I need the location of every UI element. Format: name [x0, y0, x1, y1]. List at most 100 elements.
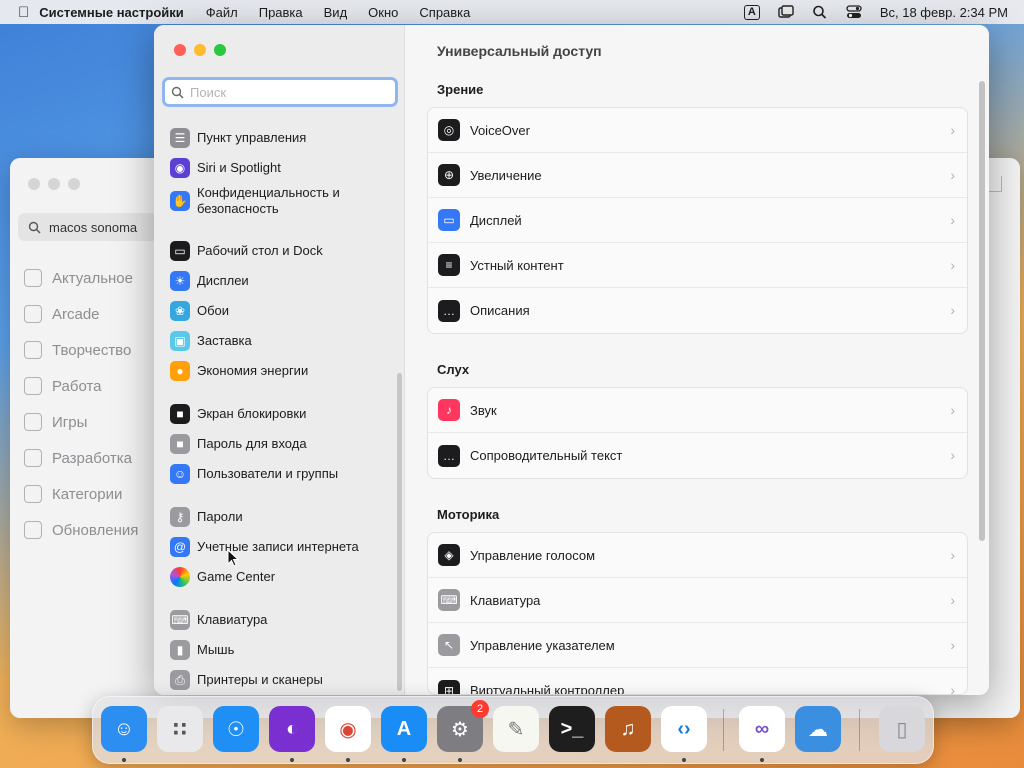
descriptions-icon: …	[438, 299, 460, 322]
control-center-icon[interactable]	[846, 5, 862, 19]
settings-row-label: Сопроводительный текст	[470, 448, 623, 463]
app-store-nav-item[interactable]: Arcade	[24, 296, 138, 332]
sidebar-item-label: Пункт управления	[197, 130, 307, 145]
sidebar-item[interactable]: ▭ Рабочий стол и Dock	[170, 241, 390, 261]
settings-row[interactable]: ♪ Звук ›	[428, 388, 967, 433]
zoom-window-button[interactable]	[214, 44, 226, 56]
menu-file[interactable]: Файл	[206, 5, 238, 20]
sidebar-item[interactable]: ✋ Конфиденциальность и безопасность	[170, 185, 390, 217]
menu-view[interactable]: Вид	[324, 5, 348, 20]
settings-row-label: Дисплей	[470, 212, 522, 228]
spotlight-search-icon[interactable]	[812, 5, 828, 19]
sidebar-item-label: Пользователи и группы	[197, 466, 339, 481]
minimize-window-button[interactable]	[194, 44, 206, 56]
sidebar-item[interactable]: ⚷ Пароли	[170, 507, 390, 527]
dock-icon: ▭	[170, 241, 190, 261]
settings-row[interactable]: ▭ Дисплей ›	[428, 198, 967, 243]
weather-icon[interactable]: ☁	[795, 706, 841, 752]
menu-app-name[interactable]: Системные настройки	[39, 5, 184, 20]
vscode-icon[interactable]: ‹›	[661, 706, 707, 752]
zoom-icon: ⊕	[438, 164, 460, 186]
sidebar-item[interactable]: ■ Пароль для входа	[170, 434, 390, 454]
sidebar-item[interactable]: ▣ Заставка	[170, 331, 390, 351]
sidebar-item[interactable]: ☰ Пункт управления	[170, 128, 390, 148]
running-indicator	[122, 758, 126, 762]
app-store-nav-label: Разработка	[52, 449, 132, 467]
settings-row[interactable]: ⌨ Клавиатура ›	[428, 578, 967, 623]
app-store-nav-item[interactable]: Разработка	[24, 440, 138, 476]
app-store-nav-item[interactable]: Игры	[24, 404, 138, 440]
sidebar-item-label: Заставка	[197, 333, 252, 348]
apple-menu-icon[interactable]: 	[18, 4, 29, 21]
section-title: Слух	[437, 362, 470, 377]
sidebar-scrollbar[interactable]	[397, 373, 402, 691]
finder-icon[interactable]: ☺	[101, 706, 147, 752]
settings-row[interactable]: ⊞ Виртуальный контроллер ›	[428, 668, 967, 694]
settings-row[interactable]: ◎ VoiceOver ›	[428, 108, 967, 153]
sidebar-item[interactable]: ☺ Пользователи и группы	[170, 464, 390, 484]
chrome-icon[interactable]: ◉	[325, 706, 371, 752]
chevron-right-icon: ›	[950, 637, 955, 653]
hammer-icon	[24, 449, 42, 467]
settings-row[interactable]: ≡ Устный контент ›	[428, 243, 967, 288]
system-settings-icon[interactable]: ⚙ 2	[437, 700, 489, 752]
speaker-icon: ♪	[438, 399, 460, 421]
sidebar-item-label: Конфиденциальность и безопасность	[197, 185, 340, 216]
settings-row[interactable]: ↖ Управление указателем ›	[428, 623, 967, 668]
menu-clock[interactable]: Вс, 18 февр. 2:34 PM	[880, 5, 1008, 20]
stage-manager-icon[interactable]	[778, 5, 794, 19]
input-source-indicator[interactable]: A	[743, 4, 760, 20]
settings-row[interactable]: … Описания ›	[428, 288, 967, 333]
app-store-icon[interactable]: A	[381, 706, 427, 752]
content-scrollbar[interactable]	[979, 81, 985, 541]
sidebar-item[interactable]: ■ Экран блокировки	[170, 404, 390, 424]
share-icon[interactable]	[988, 176, 1002, 192]
chevron-right-icon: ›	[950, 122, 955, 138]
paper-plane-icon	[24, 377, 42, 395]
star-icon	[24, 269, 42, 287]
app-store-nav-item[interactable]: Работа	[24, 368, 138, 404]
settings-row-label: Звук	[470, 402, 497, 418]
menu-help[interactable]: Справка	[419, 5, 470, 20]
sidebar-search-field[interactable]	[162, 77, 398, 107]
sidebar-item[interactable]: Game Center	[170, 567, 390, 587]
settings-row[interactable]: ⊕ Увеличение ›	[428, 153, 967, 198]
terminal-icon[interactable]: >_	[549, 706, 595, 752]
app-store-nav-item[interactable]: Категории	[24, 476, 138, 512]
menu-edit[interactable]: Правка	[259, 5, 303, 20]
close-window-button[interactable]	[174, 44, 186, 56]
settings-row-label: Управление указателем	[470, 637, 615, 653]
bulb-icon: ●	[170, 361, 190, 381]
settings-row[interactable]: … Сопроводительный текст ›	[428, 433, 967, 478]
sidebar-item[interactable]: ⎙ Принтеры и сканеры	[170, 670, 390, 690]
app-store-search-field[interactable]: macos sonoma	[18, 213, 158, 241]
sidebar-item[interactable]: @ Учетные записи интернета	[170, 537, 390, 557]
sidebar-item[interactable]: ⌨ Клавиатура	[170, 610, 390, 630]
app-store-nav-item[interactable]: Актуальное	[24, 260, 138, 296]
joystick-icon	[24, 305, 42, 323]
firefox-icon[interactable]: ◐	[269, 706, 315, 752]
settings-group: ◈ Управление голосом › ⌨ Клавиатура › ↖ Управле…	[427, 532, 968, 695]
sidebar-item[interactable]: ◉ Siri и Spotlight	[170, 158, 390, 178]
game-center-icon	[170, 567, 190, 587]
sidebar-item[interactable]: ❀ Обои	[170, 301, 390, 321]
visual-studio-icon[interactable]: ∞	[739, 706, 785, 752]
trash-icon[interactable]: ▯	[879, 706, 925, 752]
grid-icon	[24, 485, 42, 503]
keyboard-icon: ⌨	[438, 589, 460, 611]
sidebar-item[interactable]: ● Экономия энергии	[170, 361, 390, 381]
sidebar-item[interactable]: ☀ Дисплеи	[170, 271, 390, 291]
menu-window[interactable]: Окно	[368, 5, 398, 20]
search-input[interactable]	[190, 84, 380, 100]
running-indicator	[346, 758, 350, 762]
sidebar-item[interactable]: ▮ Мышь	[170, 640, 390, 660]
textedit-icon[interactable]: ✎	[493, 706, 539, 752]
switch-control-icon: ⊞	[438, 679, 460, 694]
safari-icon[interactable]: ☉	[213, 706, 259, 752]
launchpad-icon[interactable]: ∷	[157, 706, 203, 752]
settings-row[interactable]: ◈ Управление голосом ›	[428, 533, 967, 578]
app-store-nav-item[interactable]: Творчество	[24, 332, 138, 368]
instruments-icon[interactable]: ♫	[605, 706, 651, 752]
app-store-nav-item[interactable]: Обновления	[24, 512, 138, 548]
dock: ☺ ∷ ☉ ◐ ◉ A ⚙ 2 ✎ >_ ♫ ‹› ∞ ☁ ▯	[92, 696, 934, 764]
